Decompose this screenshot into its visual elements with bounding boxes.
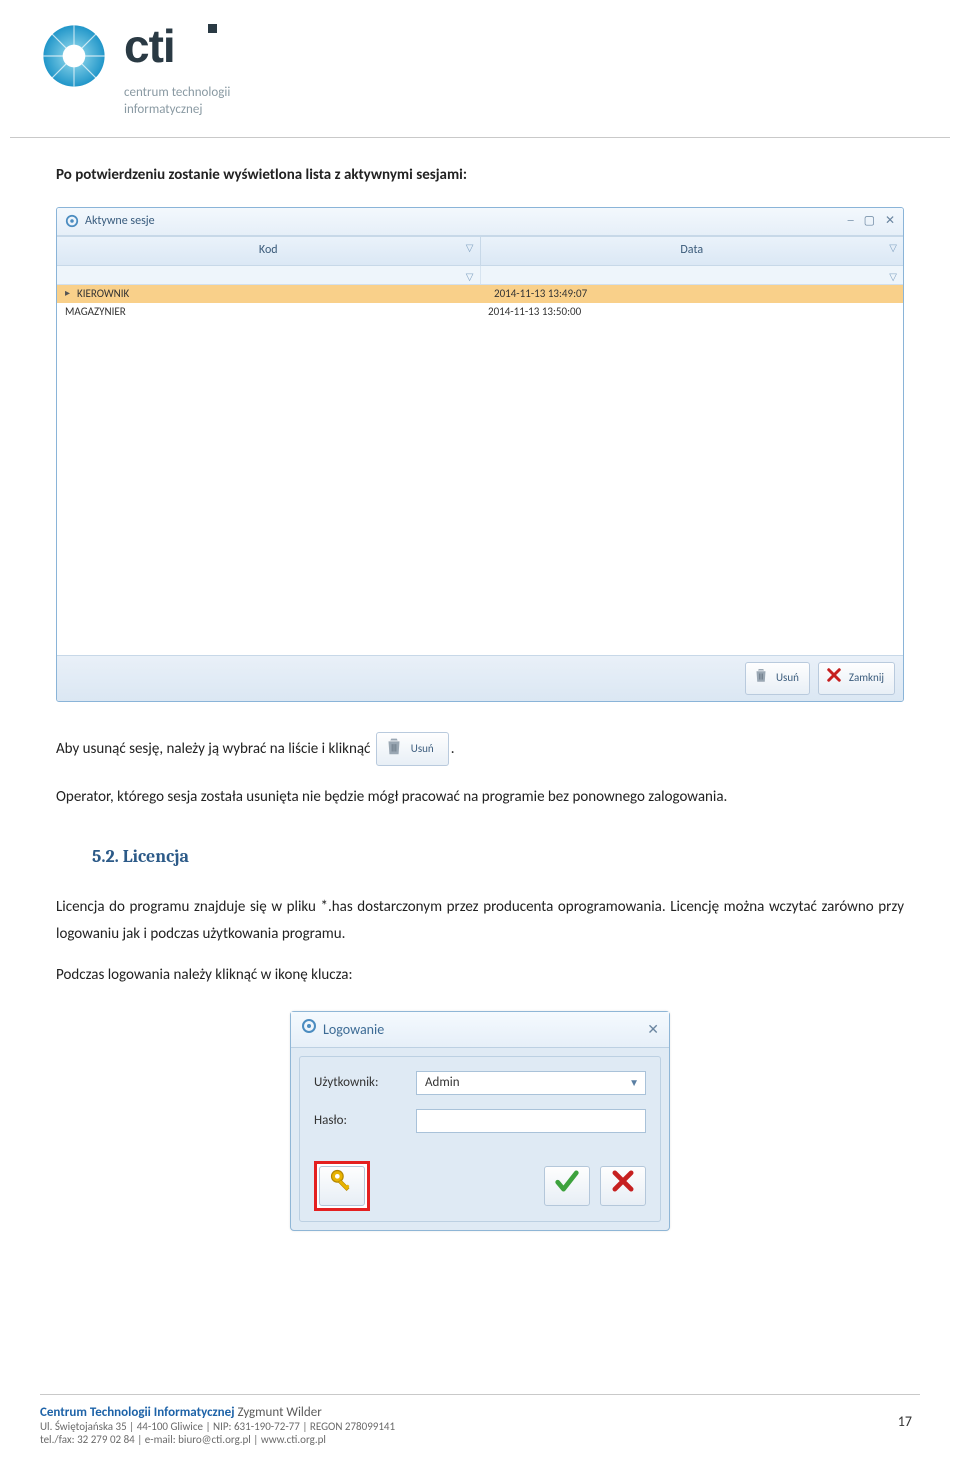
table-row[interactable]: KIEROWNIK 2014-11-13 13:49:07 (57, 285, 903, 303)
minimize-icon[interactable]: ─ (848, 211, 854, 233)
text-run: Aby usunąć sesję, należy ją wybrać na li… (56, 740, 374, 758)
login-actions (314, 1161, 646, 1211)
window-title: Aktywne sesje (85, 211, 155, 233)
logo-cti-icon: cti (124, 22, 234, 79)
grid-filter-row: ▽ ▽ (57, 266, 903, 285)
column-header-data[interactable]: Data ▽ (481, 237, 904, 265)
window-footer: Usuń Zamknij (57, 655, 903, 701)
license-key-button[interactable] (319, 1166, 365, 1206)
close-icon[interactable]: ✕ (885, 211, 895, 233)
user-row: Użytkownik: Admin ▼ (314, 1071, 646, 1095)
delete-button[interactable]: Usuń (745, 662, 810, 695)
close-button[interactable]: Zamknij (818, 662, 895, 695)
text-run: . (451, 740, 455, 758)
filter-icon[interactable]: ▽ (466, 239, 474, 257)
key-icon (328, 1167, 356, 1205)
cell-kod: MAGAZYNIER (57, 302, 480, 322)
svg-text:cti: cti (124, 22, 175, 72)
logo-text: cti centrum technologii informatycznej (124, 22, 234, 119)
logo-mark-icon (40, 22, 108, 90)
login-body: Użytkownik: Admin ▼ Hasło: (299, 1056, 661, 1222)
logo: cti centrum technologii informatycznej (40, 22, 920, 119)
cancel-button[interactable] (600, 1166, 646, 1206)
cell-data: 2014-11-13 13:49:07 (486, 284, 903, 304)
table-row[interactable]: MAGAZYNIER 2014-11-13 13:50:00 (57, 303, 903, 321)
grid-body: KIEROWNIK 2014-11-13 13:49:07 MAGAZYNIER… (57, 285, 903, 655)
button-label: Usuń (776, 668, 799, 688)
window-titlebar: Aktywne sesje ─ ▢ ✕ (57, 208, 903, 237)
cell-data: 2014-11-13 13:50:00 (480, 302, 903, 322)
footer-divider (40, 1394, 920, 1395)
page-header: cti centrum technologii informatycznej (0, 0, 960, 127)
section-heading: 5.2. Licencja (92, 841, 904, 873)
check-icon (553, 1167, 581, 1205)
x-red-icon (609, 1167, 637, 1205)
maximize-icon[interactable]: ▢ (864, 211, 875, 233)
close-icon[interactable]: ✕ (647, 1017, 659, 1042)
window-controls: ─ ▢ ✕ (848, 211, 895, 233)
user-label: Użytkownik: (314, 1071, 404, 1094)
operator-paragraph: Operator, którego sesja została usunięta… (56, 784, 904, 811)
column-header-kod[interactable]: Kod ▽ (57, 237, 481, 265)
license-paragraph-1: Licencja do programu znajduje się w plik… (56, 894, 904, 948)
page-number: 17 (898, 1413, 912, 1430)
chevron-down-icon: ▼ (629, 1074, 639, 1092)
password-row: Hasło: (314, 1109, 646, 1133)
filter-icon[interactable]: ▽ (889, 239, 897, 257)
key-button-highlight (314, 1161, 370, 1211)
footer-line2: Ul. Świętojańska 35 | 44-100 Gliwice | N… (40, 1420, 920, 1433)
x-red-icon (825, 666, 843, 691)
gear-icon (301, 1017, 317, 1042)
page-content: Po potwierdzeniu zostanie wyświetlona li… (0, 138, 960, 1231)
delete-button-inline[interactable]: Usuń (376, 732, 449, 767)
grid-header: Kod ▽ Data ▽ (57, 236, 903, 266)
footer-line1: Centrum Technologii Informatycznej Zygmu… (40, 1405, 920, 1420)
login-title: Logowanie (323, 1017, 384, 1042)
ok-button[interactable] (544, 1166, 590, 1206)
footer-person: Zygmunt Wilder (235, 1405, 322, 1420)
button-label: Zamknij (849, 668, 884, 688)
filter-cell[interactable]: ▽ (57, 266, 481, 284)
logo-subtitle: centrum technologii informatycznej (124, 85, 234, 119)
active-sessions-window: Aktywne sesje ─ ▢ ✕ Kod ▽ Data ▽ ▽ ▽ K (56, 207, 904, 702)
trash-icon (383, 735, 405, 764)
delete-instruction-paragraph: Aby usunąć sesję, należy ją wybrać na li… (56, 732, 904, 767)
login-titlebar: Logowanie ✕ (291, 1012, 669, 1048)
page-footer: Centrum Technologii Informatycznej Zygmu… (0, 1394, 960, 1464)
license-paragraph-2: Podczas logowania należy kliknąć w ikonę… (56, 962, 904, 989)
login-screenshot: Logowanie ✕ Użytkownik: Admin ▼ Hasło: (56, 1011, 904, 1231)
combo-value: Admin (425, 1071, 460, 1094)
button-label: Usuń (411, 739, 434, 759)
gear-icon (65, 214, 79, 228)
user-combobox[interactable]: Admin ▼ (416, 1071, 646, 1095)
footer-company: Centrum Technologii Informatycznej (40, 1405, 235, 1420)
password-label: Hasło: (314, 1109, 404, 1132)
cell-kod: KIEROWNIK (57, 284, 486, 304)
trash-icon (752, 666, 770, 691)
login-window: Logowanie ✕ Użytkownik: Admin ▼ Hasło: (290, 1011, 670, 1231)
intro-paragraph: Po potwierdzeniu zostanie wyświetlona li… (56, 162, 904, 189)
filter-cell[interactable]: ▽ (481, 266, 904, 284)
footer-line3: tel./fax: 32 279 02 84 | e-mail: biuro@c… (40, 1433, 920, 1446)
password-input[interactable] (416, 1109, 646, 1133)
